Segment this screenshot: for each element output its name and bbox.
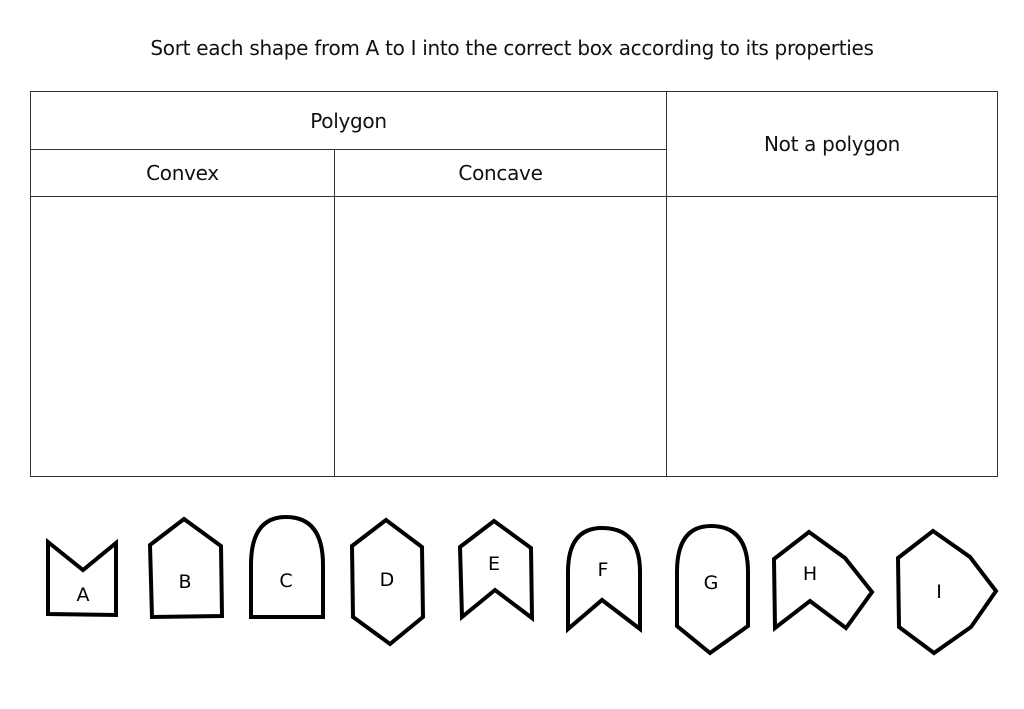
shape-i-label: I xyxy=(936,581,942,603)
shape-d-label: D xyxy=(380,569,395,591)
concave-header: Concave xyxy=(334,149,667,197)
polygon-header-label: Polygon xyxy=(310,108,387,133)
shape-b-label: B xyxy=(178,571,191,593)
shape-h-label: H xyxy=(803,563,817,585)
convex-header-label: Convex xyxy=(146,161,219,185)
not-polygon-drop-zone[interactable] xyxy=(666,196,998,477)
shape-h[interactable]: H xyxy=(771,529,875,633)
shape-e[interactable]: E xyxy=(457,518,535,623)
shape-e-label: E xyxy=(488,553,500,575)
shape-c[interactable]: C xyxy=(249,514,325,619)
shape-a-label: A xyxy=(77,584,90,606)
not-polygon-header: Not a polygon xyxy=(666,91,998,197)
shape-f[interactable]: F xyxy=(566,525,642,634)
shape-b[interactable]: B xyxy=(147,516,225,620)
polygon-header: Polygon xyxy=(30,91,667,150)
shape-a[interactable]: A xyxy=(46,537,118,618)
instruction-text: Sort each shape from A to I into the cor… xyxy=(150,36,874,60)
shape-g-label: G xyxy=(704,572,719,594)
shape-i[interactable]: I xyxy=(895,528,999,656)
shape-d[interactable]: D xyxy=(349,517,426,647)
not-polygon-header-label: Not a polygon xyxy=(763,132,901,156)
shape-g[interactable]: G xyxy=(675,523,750,656)
concave-header-label: Concave xyxy=(458,161,543,185)
convex-drop-zone[interactable] xyxy=(30,196,335,477)
convex-header: Convex xyxy=(30,149,335,197)
shape-c-label: C xyxy=(279,570,292,592)
concave-drop-zone[interactable] xyxy=(334,196,667,477)
shape-f-label: F xyxy=(598,559,609,581)
